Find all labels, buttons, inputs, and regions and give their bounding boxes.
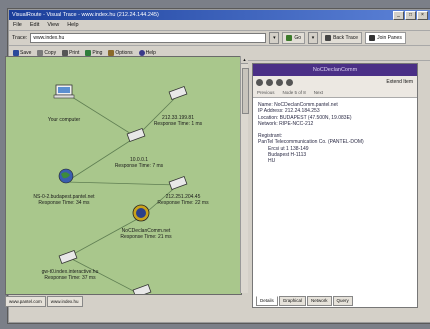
tab-pantel[interactable]: www.pantel.com [5,296,46,307]
route-map[interactable]: Your computer 212.33.199.81 Response Tim… [5,56,242,295]
panel-details: Name: NoCDeclanComm.pantel.net IP Addres… [253,98,417,169]
address-bar: Trace: www.index.hu ▾ Go ▾ Back Trace Jo… [9,31,430,46]
node-response-time: Response Time: 21 ms [120,234,172,240]
window-controls: _ □ × [393,10,428,20]
next-node-link[interactable]: Next [314,90,323,95]
router-icon[interactable] [168,175,188,191]
node-name: Your computer [47,117,81,123]
tab-details[interactable]: Details [256,296,278,306]
panel-tabs: Details Graphical Network Query [253,296,353,306]
maximize-button[interactable]: □ [405,10,416,20]
panel-tool-icon[interactable] [266,78,273,86]
panel-toolbar: Extend Item [253,76,417,88]
map-tabs: www.pantel.com www.index.hu [5,296,83,307]
route-link [65,181,179,186]
node-response-time: Response Time: 7 ms [114,163,164,169]
laptop-icon[interactable] [53,84,75,99]
trace-label: Trace: [12,35,28,41]
registrant-line: HU [268,158,276,165]
node-label-hop-2: 10.0.0.1 Response Time: 7 ms [115,157,163,169]
title-bar: VisualRoute - Visual Trace - www.index.h… [9,10,430,20]
menu-bar: File Edit View Help [9,20,430,31]
join-panes-label: Join Panes [377,35,402,41]
menu-view[interactable]: View [47,22,59,28]
node-position: Node 5 of 8 [282,90,306,95]
go-arrow-icon [286,35,293,41]
trace-dropdown-button[interactable]: ▾ [269,32,280,44]
join-panes-icon [369,35,376,41]
extend-item-dropdown[interactable]: Extend Item [386,79,417,85]
panel-navigation: Previous Node 5 of 8 Next [253,88,417,98]
panel-header: NoCDeclanComm [253,64,417,76]
close-button[interactable]: × [417,10,428,20]
back-trace-button[interactable]: Back Trace [321,32,363,44]
node-label-hop-1: 212.33.199.81 Response Time: 1 ms [154,115,202,127]
router-icon[interactable] [168,85,188,101]
panel-tool-icon[interactable] [286,78,293,86]
map-vertical-scrollbar[interactable]: ▲ [240,56,249,293]
tab-index[interactable]: www.index.hu [46,296,83,307]
join-panes-button[interactable]: Join Panes [365,32,406,44]
scroll-up-arrow-icon[interactable]: ▲ [241,56,248,64]
panel-tool-icon[interactable] [256,78,263,86]
minimize-button[interactable]: _ [393,10,404,20]
go-dropdown-button[interactable]: ▾ [308,32,319,44]
back-trace-label: Back Trace [333,35,359,41]
node-label-hop-4: 212.251.204.45 Response Time: 22 ms [157,194,208,206]
router-icon[interactable] [58,249,78,265]
node-response-time: Response Time: 34 ms [38,200,90,206]
window-title: VisualRoute - Visual Trace - www.index.h… [12,12,159,18]
menu-edit[interactable]: Edit [30,22,39,28]
tab-query[interactable]: Query [332,296,353,306]
route-link [63,91,137,138]
tab-graphical[interactable]: Graphical [278,296,307,306]
menu-file[interactable]: File [13,22,22,28]
go-label: Go [294,35,302,41]
node-response-time: Response Time: 22 ms [157,200,209,206]
back-trace-icon [325,35,332,41]
node-label-hop-3: NS-0-2.budapest.pantel.net Response Time… [33,194,94,206]
router-icon[interactable] [126,127,146,143]
node-response-time: Response Time: 1 ms [153,121,203,127]
node-response-time: Response Time: 37 ms [44,275,96,281]
router-icon[interactable] [132,283,152,294]
node-label-your-computer: Your computer [48,117,80,123]
node-label-hop-6: gw-t0.index.interactive.hu Response Time… [42,269,99,281]
scroll-thumb[interactable] [242,68,249,114]
node-label-hop-5: NoCDeclanComm.net Response Time: 21 ms [120,228,171,240]
globe-icon[interactable] [132,204,150,222]
previous-node-link[interactable]: Previous [257,90,275,95]
node-details-panel: NoCDeclanComm Extend Item Previous Node … [252,63,418,308]
go-button[interactable]: Go [282,32,306,44]
globe-icon[interactable] [58,168,74,184]
route-lines [53,84,188,294]
trace-input[interactable]: www.index.hu [30,33,267,43]
panel-tool-icon[interactable] [276,78,283,86]
tab-network[interactable]: Network [307,296,332,306]
menu-help[interactable]: Help [67,22,78,28]
